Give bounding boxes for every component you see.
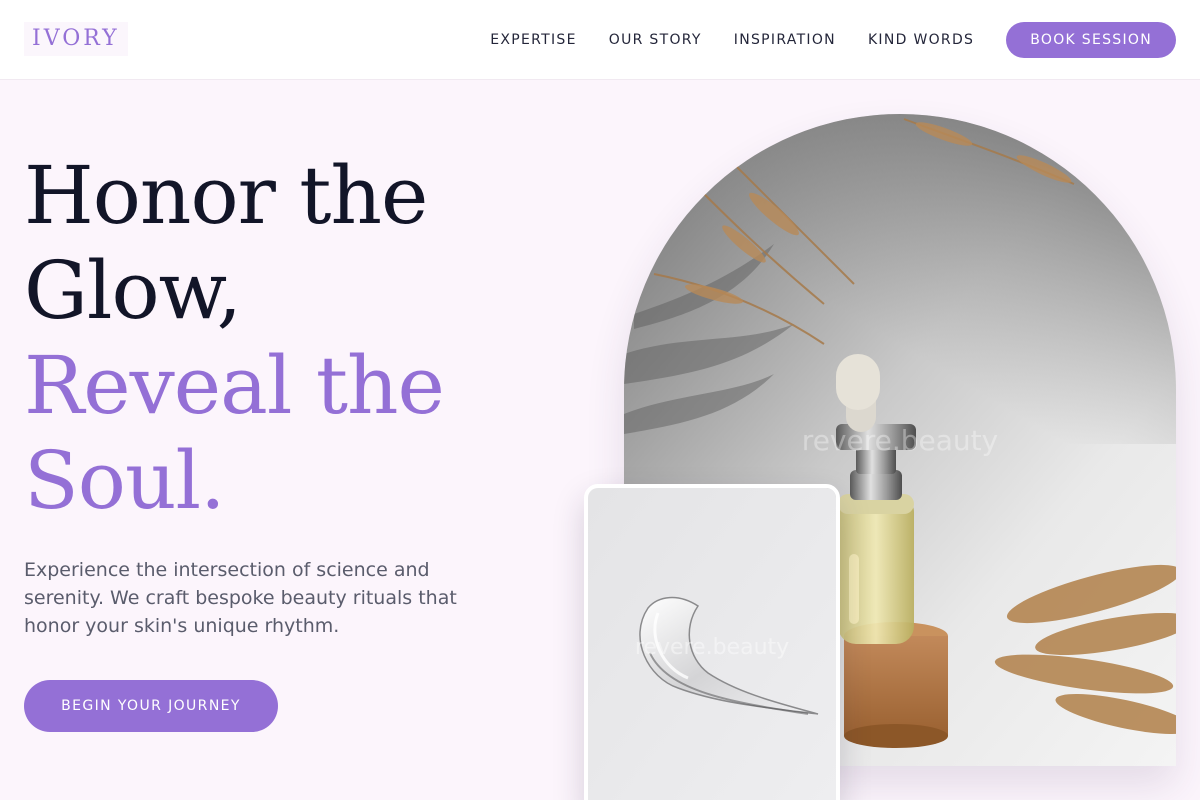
headline-line-1: Honor the: [24, 149, 428, 242]
book-session-button[interactable]: BOOK SESSION: [1006, 22, 1176, 58]
headline-line-3: Reveal the: [24, 339, 445, 432]
headline-line-2: Glow,: [24, 244, 242, 337]
nav-expertise[interactable]: EXPERTISE: [490, 32, 577, 48]
begin-journey-button[interactable]: BEGIN YOUR JOURNEY: [24, 680, 278, 732]
nav-inspiration[interactable]: INSPIRATION: [734, 32, 836, 48]
headline-line-4: Soul.: [24, 434, 226, 527]
card-watermark: revere.beauty: [635, 635, 789, 660]
cream-swatch-image: revere.beauty: [584, 484, 840, 800]
main-nav: EXPERTISE OUR STORY INSPIRATION KIND WOR…: [458, 22, 1176, 58]
logo[interactable]: IVORY: [24, 22, 128, 56]
arch-watermark: revere.beauty: [802, 424, 998, 457]
site-header: IVORY EXPERTISE OUR STORY INSPIRATION KI…: [0, 0, 1200, 80]
nav-our-story[interactable]: OUR STORY: [609, 32, 702, 48]
nav-kind-words[interactable]: KIND WORDS: [868, 32, 974, 48]
hero-headline: Honor the Glow, Reveal the Soul.: [24, 148, 445, 528]
hero-subtext: Experience the intersection of science a…: [24, 559, 457, 637]
